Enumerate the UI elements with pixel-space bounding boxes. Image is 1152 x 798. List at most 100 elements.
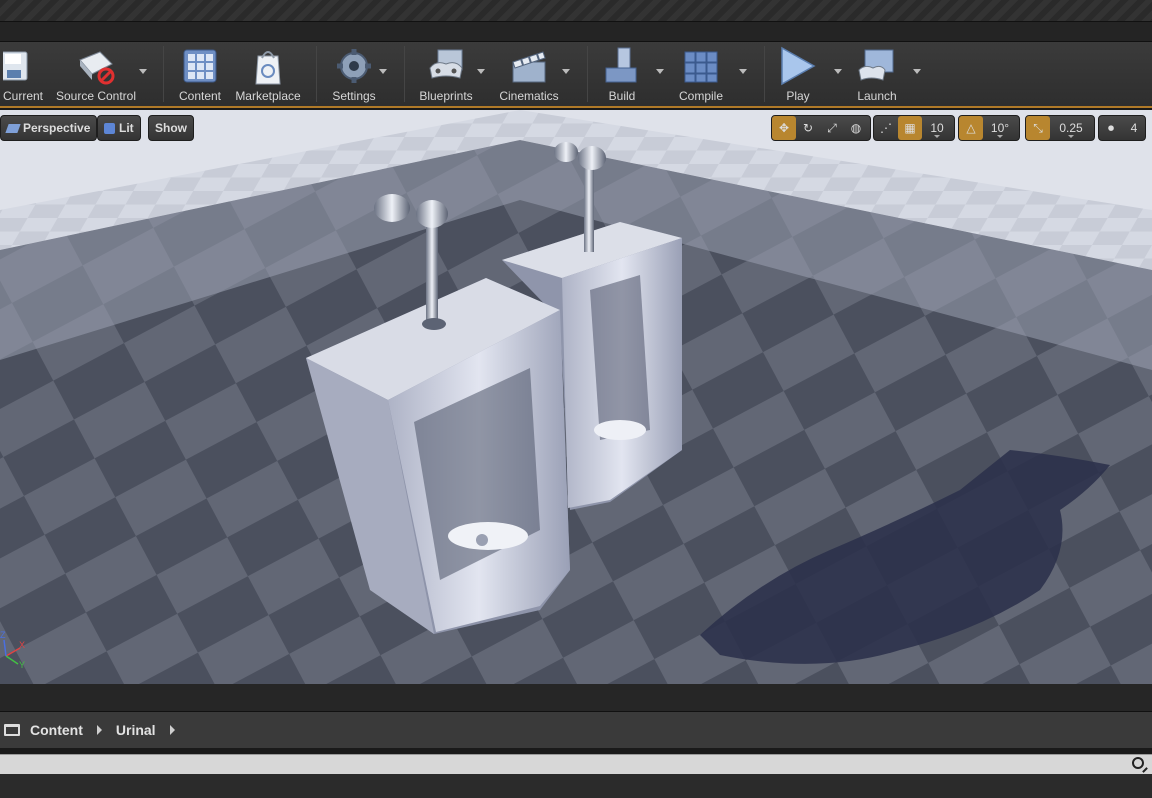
- show-label: Show: [155, 121, 187, 135]
- scale-snap-value-label: 0.25: [1059, 121, 1083, 135]
- scale-snap-value[interactable]: 0.25: [1050, 116, 1092, 140]
- lighting-mode-button[interactable]: Lit: [97, 115, 141, 141]
- content-browser-path-bar: Content Urinal: [0, 712, 1152, 748]
- breadcrumb-arrow-icon[interactable]: [96, 725, 102, 735]
- title-bar: [0, 0, 1152, 22]
- rotate-icon: ↻: [802, 121, 814, 135]
- play-button[interactable]: Play: [776, 42, 820, 106]
- world-local-toggle[interactable]: ◍: [844, 116, 868, 140]
- content-icon: [183, 49, 217, 83]
- breadcrumb-arrow-icon[interactable]: [169, 725, 175, 735]
- translate-icon: ✥: [778, 121, 790, 135]
- grid-snap-value-label: 10: [930, 121, 944, 135]
- compile-label: Compile: [678, 89, 723, 103]
- rotation-snap-toggle[interactable]: △: [959, 116, 983, 140]
- launch-button[interactable]: Launch: [852, 42, 902, 106]
- camera-speed-value: 4: [1123, 116, 1145, 140]
- chevron-down-icon: [934, 135, 940, 138]
- compile-dropdown[interactable]: [739, 69, 747, 74]
- grid-snap-toggle[interactable]: ▦: [898, 116, 922, 140]
- grid-snap-group: ⋰ ▦ 10: [873, 115, 955, 141]
- rotation-snap-value-label: 10°: [990, 121, 1010, 135]
- source-control-icon: [79, 51, 115, 85]
- cinematics-button[interactable]: Cinematics: [496, 42, 562, 106]
- show-button[interactable]: Show: [148, 115, 194, 141]
- content-browser-body: [0, 774, 1152, 798]
- content-browser-tab-area: [0, 684, 1152, 712]
- play-icon: [781, 46, 816, 86]
- marketplace-label: Marketplace: [235, 89, 301, 103]
- content-label: Content: [178, 89, 222, 103]
- axis-gizmo: X Y Z: [0, 630, 25, 670]
- camera-speed-value-label: 4: [1130, 121, 1138, 135]
- clapperboard-icon: [512, 51, 546, 83]
- launch-dropdown[interactable]: [913, 69, 921, 74]
- axis-x-label: X: [19, 640, 25, 650]
- settings-dropdown[interactable]: [379, 69, 387, 74]
- blueprints-label: Blueprints: [419, 89, 473, 103]
- blueprints-dropdown[interactable]: [477, 69, 485, 74]
- launch-icon: [858, 49, 894, 81]
- search-icon-handle: [1142, 767, 1148, 773]
- view-mode-label: Perspective: [23, 121, 91, 135]
- settings-button[interactable]: Settings: [326, 42, 382, 106]
- scale-snap-toggle[interactable]: ⤡: [1026, 116, 1050, 140]
- viewport-scene: [0, 110, 1152, 684]
- toolbar-separator: [404, 46, 405, 102]
- source-control-dropdown[interactable]: [139, 69, 147, 74]
- search-input[interactable]: [0, 755, 1120, 775]
- view-mode-button[interactable]: Perspective: [0, 115, 98, 141]
- cinematics-dropdown[interactable]: [562, 69, 570, 74]
- breadcrumb-content[interactable]: Content: [30, 722, 83, 738]
- chevron-down-icon: [997, 135, 1003, 138]
- rotate-tool[interactable]: ↻: [796, 116, 820, 140]
- source-control-label: Source Control: [55, 89, 137, 103]
- search-icon[interactable]: [1132, 757, 1144, 769]
- save-current-button[interactable]: Current: [0, 42, 46, 106]
- blueprints-icon: [429, 49, 463, 79]
- camera-icon: ⏺: [1107, 120, 1114, 135]
- scale-snap-group: ⤡ 0.25: [1025, 115, 1095, 141]
- rotation-snap-value[interactable]: 10°: [983, 116, 1017, 140]
- camera-speed-toggle: ⏺: [1099, 116, 1123, 140]
- marketplace-icon: [255, 51, 281, 85]
- cinematics-label: Cinematics: [499, 89, 559, 103]
- translate-tool[interactable]: ✥: [772, 116, 796, 140]
- axis-z-label: Z: [0, 630, 6, 640]
- toolbar-separator: [163, 46, 164, 102]
- play-label: Play: [786, 89, 810, 103]
- camera-speed-group[interactable]: ⏺ 4: [1098, 115, 1146, 141]
- toolbar-separator: [316, 46, 317, 102]
- marketplace-button[interactable]: Marketplace: [232, 42, 304, 106]
- gear-icon: [337, 49, 371, 83]
- build-icon: [605, 47, 637, 83]
- scale-tool[interactable]: ⤢: [820, 116, 844, 140]
- save-current-label: Current: [2, 89, 43, 103]
- grid-snap-value[interactable]: 10: [922, 116, 952, 140]
- settings-label: Settings: [332, 89, 376, 103]
- angle-icon: △: [966, 121, 976, 135]
- content-button[interactable]: Content: [174, 42, 226, 106]
- tab-strip: [0, 22, 1152, 42]
- source-control-button[interactable]: Source Control: [54, 42, 138, 106]
- build-dropdown[interactable]: [656, 69, 664, 74]
- rotation-snap-group: △ 10°: [958, 115, 1020, 141]
- transform-tools: ✥ ↻ ⤢ ◍: [771, 115, 871, 141]
- main-toolbar: Current Source Control Content Marketpla…: [0, 42, 1152, 108]
- folder-icon[interactable]: [4, 724, 20, 736]
- breadcrumb-urinal[interactable]: Urinal: [116, 722, 156, 738]
- toolbar-separator: [587, 46, 588, 102]
- play-dropdown[interactable]: [834, 69, 842, 74]
- search-bar: [0, 754, 1152, 775]
- lighting-mode-label: Lit: [119, 121, 134, 135]
- compile-button[interactable]: Compile: [676, 42, 726, 106]
- blueprints-button[interactable]: Blueprints: [414, 42, 478, 106]
- launch-label: Launch: [857, 89, 897, 103]
- scale-snap-icon: ⤡: [1033, 120, 1043, 135]
- toolbar-separator: [764, 46, 765, 102]
- build-button[interactable]: Build: [598, 42, 646, 106]
- chevron-down-icon: [1068, 135, 1074, 138]
- scale-icon: ⤢: [827, 120, 837, 135]
- level-viewport[interactable]: Perspective Lit Show ✥ ↻ ⤢ ◍ ⋰ ▦ 10 △ 10…: [0, 110, 1152, 684]
- surface-snap-toggle[interactable]: ⋰: [874, 116, 898, 140]
